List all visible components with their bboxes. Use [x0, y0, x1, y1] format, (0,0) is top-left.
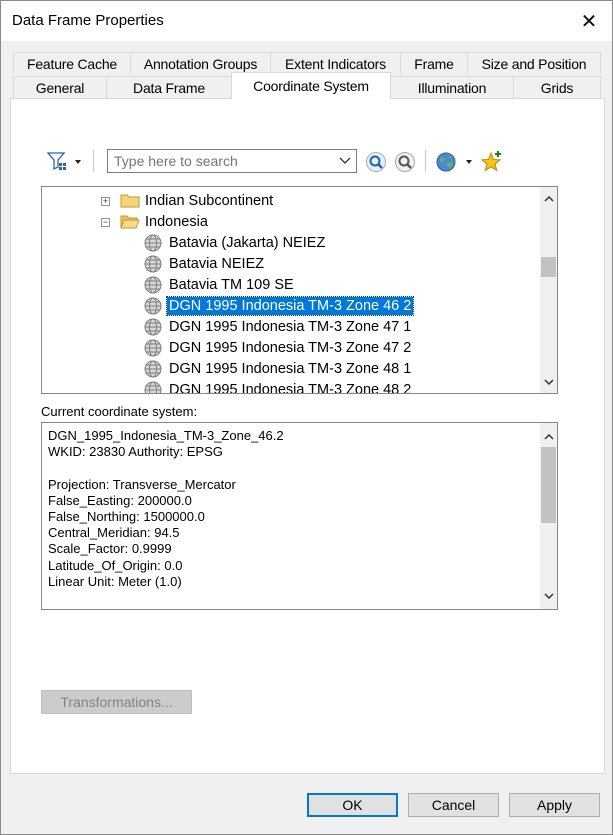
tree-item-crs[interactable]: DGN 1995 Indonesia TM-3 Zone 47 1 [167, 316, 413, 337]
dialog-window: Data Frame Properties ✕ Feature Cache An… [0, 0, 613, 835]
tree-item-label: DGN 1995 Indonesia TM-3 Zone 47 2 [169, 339, 412, 356]
expand-toggle[interactable]: + [101, 197, 110, 206]
globe-icon [144, 297, 162, 318]
tab-feature-cache[interactable]: Feature Cache [13, 52, 131, 74]
tab-frame[interactable]: Frame [400, 52, 468, 74]
search-icon[interactable] [365, 151, 387, 173]
search-input[interactable] [107, 149, 357, 173]
scroll-thumb[interactable] [541, 447, 556, 523]
ok-button[interactable]: OK [307, 793, 398, 817]
open-folder-icon [120, 215, 140, 229]
tree-item-crs[interactable]: DGN 1995 Indonesia TM-3 Zone 48 2 [167, 379, 413, 394]
tab-illumination[interactable]: Illumination [390, 76, 514, 98]
description-line: Scale_Factor: 0.9999 [48, 541, 172, 557]
tab-data-frame[interactable]: Data Frame [106, 76, 232, 98]
description-line: Central_Meridian: 94.5 [48, 525, 180, 541]
tree-item-crs[interactable]: Batavia (Jakarta) NEIEZ [167, 232, 327, 253]
search-field[interactable] [108, 150, 328, 172]
scroll-up-icon[interactable] [540, 190, 557, 207]
toolbar-separator [93, 150, 94, 172]
tree-item-label: DGN 1995 Indonesia TM-3 Zone 46 2 [165, 295, 415, 316]
tree-item-label: DGN 1995 Indonesia TM-3 Zone 47 1 [169, 318, 412, 335]
description-line: Projection: Transverse_Mercator [48, 476, 236, 492]
tree-item-label: Indian Subcontinent [145, 192, 274, 209]
toolbar-separator [425, 150, 426, 172]
description-line [48, 460, 284, 476]
search-options-icon[interactable] [394, 151, 416, 173]
tab-coordinate-system[interactable]: Coordinate System [231, 72, 391, 99]
description-line: WKID: 23830 Authority: EPSG [48, 444, 223, 460]
window-title: Data Frame Properties [12, 12, 164, 29]
globe-icon [144, 276, 162, 297]
collapse-toggle[interactable]: − [101, 218, 110, 227]
tree-item-label: Batavia (Jakarta) NEIEZ [169, 234, 326, 251]
tab-extent-indicators[interactable]: Extent Indicators [270, 52, 401, 74]
chevron-down-icon[interactable] [336, 152, 354, 170]
tab-annotation-groups[interactable]: Annotation Groups [130, 52, 271, 74]
globe-icon [144, 381, 162, 393]
folder-icon [120, 194, 140, 208]
description-line: Linear Unit: Meter (1.0) [48, 573, 182, 589]
tree-item-indonesia[interactable]: Indonesia [143, 211, 210, 232]
tree-item-crs[interactable]: DGN 1995 Indonesia TM-3 Zone 46 2 [165, 295, 415, 316]
globe-icon [144, 360, 162, 381]
title-bar: Data Frame Properties ✕ [1, 1, 612, 41]
tree-item-crs[interactable]: DGN 1995 Indonesia TM-3 Zone 48 1 [167, 358, 413, 379]
add-favorite-icon[interactable] [480, 150, 504, 174]
globe-icon [144, 339, 162, 360]
transformations-button[interactable]: Transformations... [41, 690, 192, 714]
tab-grids[interactable]: Grids [513, 76, 601, 98]
tree-item-label: Batavia NEIEZ [169, 255, 265, 272]
description-line: False_Easting: 200000.0 [48, 492, 192, 508]
globe-icon [144, 234, 162, 255]
tree-item-crs[interactable]: Batavia TM 109 SE [167, 274, 296, 295]
globe-icon [144, 255, 162, 276]
current-coordinate-system-text: DGN_1995_Indonesia_TM-3_Zone_46.2 WKID: 2… [41, 422, 558, 610]
description-line: Latitude_Of_Origin: 0.0 [48, 557, 183, 573]
globe-icon [144, 318, 162, 339]
scroll-thumb[interactable] [541, 257, 556, 277]
filter-icon[interactable] [47, 151, 83, 173]
tree-scrollbar[interactable] [540, 187, 557, 393]
globe-icon[interactable] [435, 151, 475, 173]
tree-item-label: Batavia TM 109 SE [169, 276, 294, 293]
tree-item-crs[interactable]: DGN 1995 Indonesia TM-3 Zone 47 2 [167, 337, 413, 358]
coordinate-system-tree[interactable]: + Indian Subcontinent − Indonesia Batavi… [41, 186, 558, 394]
tree-item-crs[interactable]: Batavia NEIEZ [167, 253, 266, 274]
description-line: DGN_1995_Indonesia_TM-3_Zone_46.2 [48, 428, 284, 443]
apply-button[interactable]: Apply [509, 793, 600, 817]
scroll-down-icon[interactable] [540, 373, 557, 390]
tab-size-and-position[interactable]: Size and Position [467, 52, 601, 74]
scroll-up-icon[interactable] [540, 428, 557, 445]
tree-item-indian-subcontinent[interactable]: Indian Subcontinent [143, 190, 275, 211]
tree-item-label: Indonesia [145, 213, 208, 230]
scroll-down-icon[interactable] [540, 587, 557, 604]
current-coordinate-system-label: Current coordinate system: [41, 404, 198, 419]
description-line: False_Northing: 1500000.0 [48, 509, 205, 524]
tree-item-label: DGN 1995 Indonesia TM-3 Zone 48 2 [169, 381, 412, 394]
close-icon[interactable]: ✕ [566, 1, 612, 41]
cancel-button[interactable]: Cancel [408, 793, 499, 817]
description-scrollbar[interactable] [540, 423, 557, 609]
tab-general[interactable]: General [13, 76, 107, 98]
tree-item-label: DGN 1995 Indonesia TM-3 Zone 48 1 [169, 360, 412, 377]
